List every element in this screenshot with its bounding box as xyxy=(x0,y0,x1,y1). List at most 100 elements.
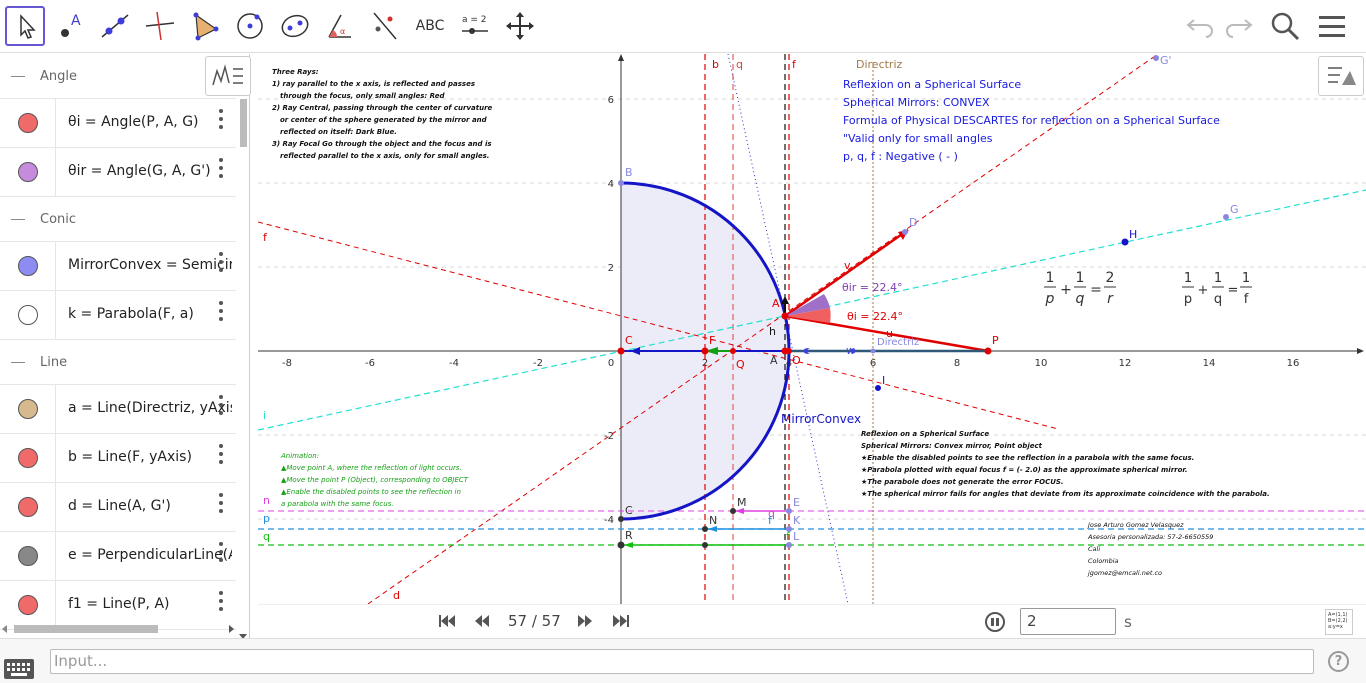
svg-text:-2: -2 xyxy=(604,431,614,442)
visibility-toggle[interactable] xyxy=(18,595,38,615)
first-step-icon[interactable] xyxy=(438,614,456,628)
keyboard-icon[interactable] xyxy=(4,659,34,679)
more-icon[interactable] xyxy=(218,395,224,415)
svg-text:jgomez@emcali.net.co: jgomez@emcali.net.co xyxy=(1087,569,1162,577)
svg-text:M: M xyxy=(737,496,747,509)
perpendicular-tool-icon[interactable] xyxy=(140,6,180,46)
algebra-expression[interactable]: b = Line(F, yAxis) xyxy=(68,449,232,465)
algebra-item-line-b[interactable]: b = Line(F, yAxis) xyxy=(0,434,236,483)
svg-text:▲Move the point P (Object), co: ▲Move the point P (Object), correspondin… xyxy=(281,476,469,484)
visibility-toggle[interactable] xyxy=(18,399,38,419)
algebra-item-line-d[interactable]: d = Line(A, G') xyxy=(0,483,236,532)
toolbar: A α ABC a = 2 xyxy=(0,0,1366,53)
group-conic[interactable]: Conic xyxy=(0,197,236,242)
last-step-icon[interactable] xyxy=(612,614,630,628)
input-field[interactable]: Input... xyxy=(50,649,1314,674)
circle-tool-icon[interactable] xyxy=(230,6,270,46)
algebra-style-button[interactable] xyxy=(205,56,251,96)
visibility-toggle[interactable] xyxy=(18,162,38,182)
more-icon[interactable] xyxy=(218,591,224,611)
algebra-vertical-scrollbar[interactable] xyxy=(237,99,249,638)
algebra-expression[interactable]: d = Line(A, G') xyxy=(68,498,232,514)
graphics-view[interactable]: -8 -6 -4 -2 0 2 4 6 8 10 12 14 16 6 4 2 … xyxy=(258,54,1366,604)
svg-text:Reflexion on a Spherical Surfa: Reflexion on a Spherical Surface xyxy=(843,78,1021,91)
reflect-tool-icon[interactable] xyxy=(365,6,405,46)
collapse-icon[interactable] xyxy=(11,361,25,363)
move-tool-icon[interactable] xyxy=(5,6,45,46)
more-icon[interactable] xyxy=(218,542,224,562)
algebra-item-line-a[interactable]: a = Line(Directriz, yAxis) xyxy=(0,385,236,434)
svg-text:-4: -4 xyxy=(449,358,459,369)
algebra-item-parabola-k[interactable]: k = Parabola(F, a) xyxy=(0,291,236,340)
angle-tool-icon[interactable]: α xyxy=(320,6,360,46)
speed-input[interactable]: 2 xyxy=(1020,608,1116,635)
svg-text:Asesoria personalizada: 57-2-6: Asesoria personalizada: 57-2-6650559 xyxy=(1087,533,1213,541)
algebra-item-theta-ir[interactable]: θir = Angle(G, A, G') xyxy=(0,148,236,197)
visibility-toggle[interactable] xyxy=(18,497,38,517)
menu-icon[interactable] xyxy=(1314,8,1350,44)
ellipse-tool-icon[interactable] xyxy=(275,6,315,46)
visibility-toggle[interactable] xyxy=(18,256,38,276)
group-label: Angle xyxy=(40,68,77,84)
help-icon[interactable]: ? xyxy=(1328,651,1349,672)
next-step-icon[interactable] xyxy=(576,614,594,628)
algebra-horizontal-scrollbar[interactable] xyxy=(0,622,236,636)
algebra-item-theta-i[interactable]: θi = Angle(P, A, G) xyxy=(0,99,236,148)
previous-step-icon[interactable] xyxy=(473,614,491,628)
algebra-item-line-e[interactable]: e = PerpendicularLine(A, xA xyxy=(0,532,236,581)
group-line[interactable]: Line xyxy=(0,340,236,385)
svg-text:f: f xyxy=(786,530,791,543)
svg-text:p, q, f : Negative ( - ): p, q, f : Negative ( - ) xyxy=(843,150,958,163)
visibility-toggle[interactable] xyxy=(18,546,38,566)
more-icon[interactable] xyxy=(218,301,224,321)
slider-tool-icon[interactable]: a = 2 xyxy=(455,6,495,46)
svg-text:2) Ray Central, passing throug: 2) Ray Central, passing through the cent… xyxy=(272,104,493,112)
algebra-expression[interactable]: k = Parabola(F, a) xyxy=(68,306,232,322)
group-angle[interactable]: Angle xyxy=(0,54,236,99)
algebra-expression[interactable]: MirrorConvex = Semicircle(B xyxy=(68,257,232,273)
more-icon[interactable] xyxy=(218,158,224,178)
algebra-expression[interactable]: θi = Angle(P, A, G) xyxy=(68,114,232,130)
svg-text:16: 16 xyxy=(1287,358,1300,369)
pause-icon[interactable] xyxy=(985,612,1005,632)
svg-text:R: R xyxy=(625,529,633,542)
group-label: Conic xyxy=(40,211,77,227)
line-d xyxy=(367,54,1159,604)
svg-text:Colombia: Colombia xyxy=(1088,557,1119,565)
visibility-toggle[interactable] xyxy=(18,113,38,133)
more-icon[interactable] xyxy=(218,444,224,464)
angle-i-label: θi = 22.4° xyxy=(847,310,903,323)
polygon-tool-icon[interactable] xyxy=(185,6,225,46)
svg-text:H: H xyxy=(1129,228,1137,241)
graphics-canvas[interactable]: -8 -6 -4 -2 0 2 4 6 8 10 12 14 16 6 4 2 … xyxy=(258,54,1366,604)
text-tool-icon[interactable]: ABC xyxy=(410,6,450,46)
collapse-icon[interactable] xyxy=(11,218,25,220)
search-icon[interactable] xyxy=(1267,8,1303,44)
svg-text:i: i xyxy=(263,409,266,422)
undo-icon[interactable] xyxy=(1183,8,1219,44)
algebra-item-mirror-convex[interactable]: MirrorConvex = Semicircle(B xyxy=(0,242,236,291)
legend-icon[interactable]: A=(1,1) B=(2,2) a:y=x xyxy=(1325,609,1353,635)
algebra-expression[interactable]: a = Line(Directriz, yAxis) xyxy=(68,400,232,416)
svg-text:p: p xyxy=(1045,291,1055,307)
visibility-toggle[interactable] xyxy=(18,305,38,325)
graphics-style-button[interactable] xyxy=(1318,56,1364,96)
move-graphics-tool-icon[interactable] xyxy=(500,6,540,46)
collapse-icon[interactable] xyxy=(11,75,25,77)
algebra-expression[interactable]: θir = Angle(G, A, G') xyxy=(68,163,232,179)
visibility-toggle[interactable] xyxy=(18,448,38,468)
line-tool-icon[interactable] xyxy=(95,6,135,46)
svg-text:8: 8 xyxy=(954,358,960,369)
more-icon[interactable] xyxy=(218,493,224,513)
algebra-expression[interactable]: f1 = Line(P, A) xyxy=(68,596,232,612)
more-icon[interactable] xyxy=(218,252,224,272)
svg-text:Formula of Physical DESCARTES: Formula of Physical DESCARTES for reflec… xyxy=(843,114,1220,127)
svg-text:v: v xyxy=(844,259,851,272)
svg-text:-2: -2 xyxy=(533,358,543,369)
more-icon[interactable] xyxy=(218,109,224,129)
svg-text:c: c xyxy=(804,344,810,357)
point-tool-icon[interactable]: A xyxy=(50,6,90,46)
algebra-expression[interactable]: e = PerpendicularLine(A, xA xyxy=(68,547,232,563)
redo-icon[interactable] xyxy=(1220,8,1256,44)
svg-text:reflected parallel to the x ax: reflected parallel to the x axis, only f… xyxy=(280,152,489,160)
